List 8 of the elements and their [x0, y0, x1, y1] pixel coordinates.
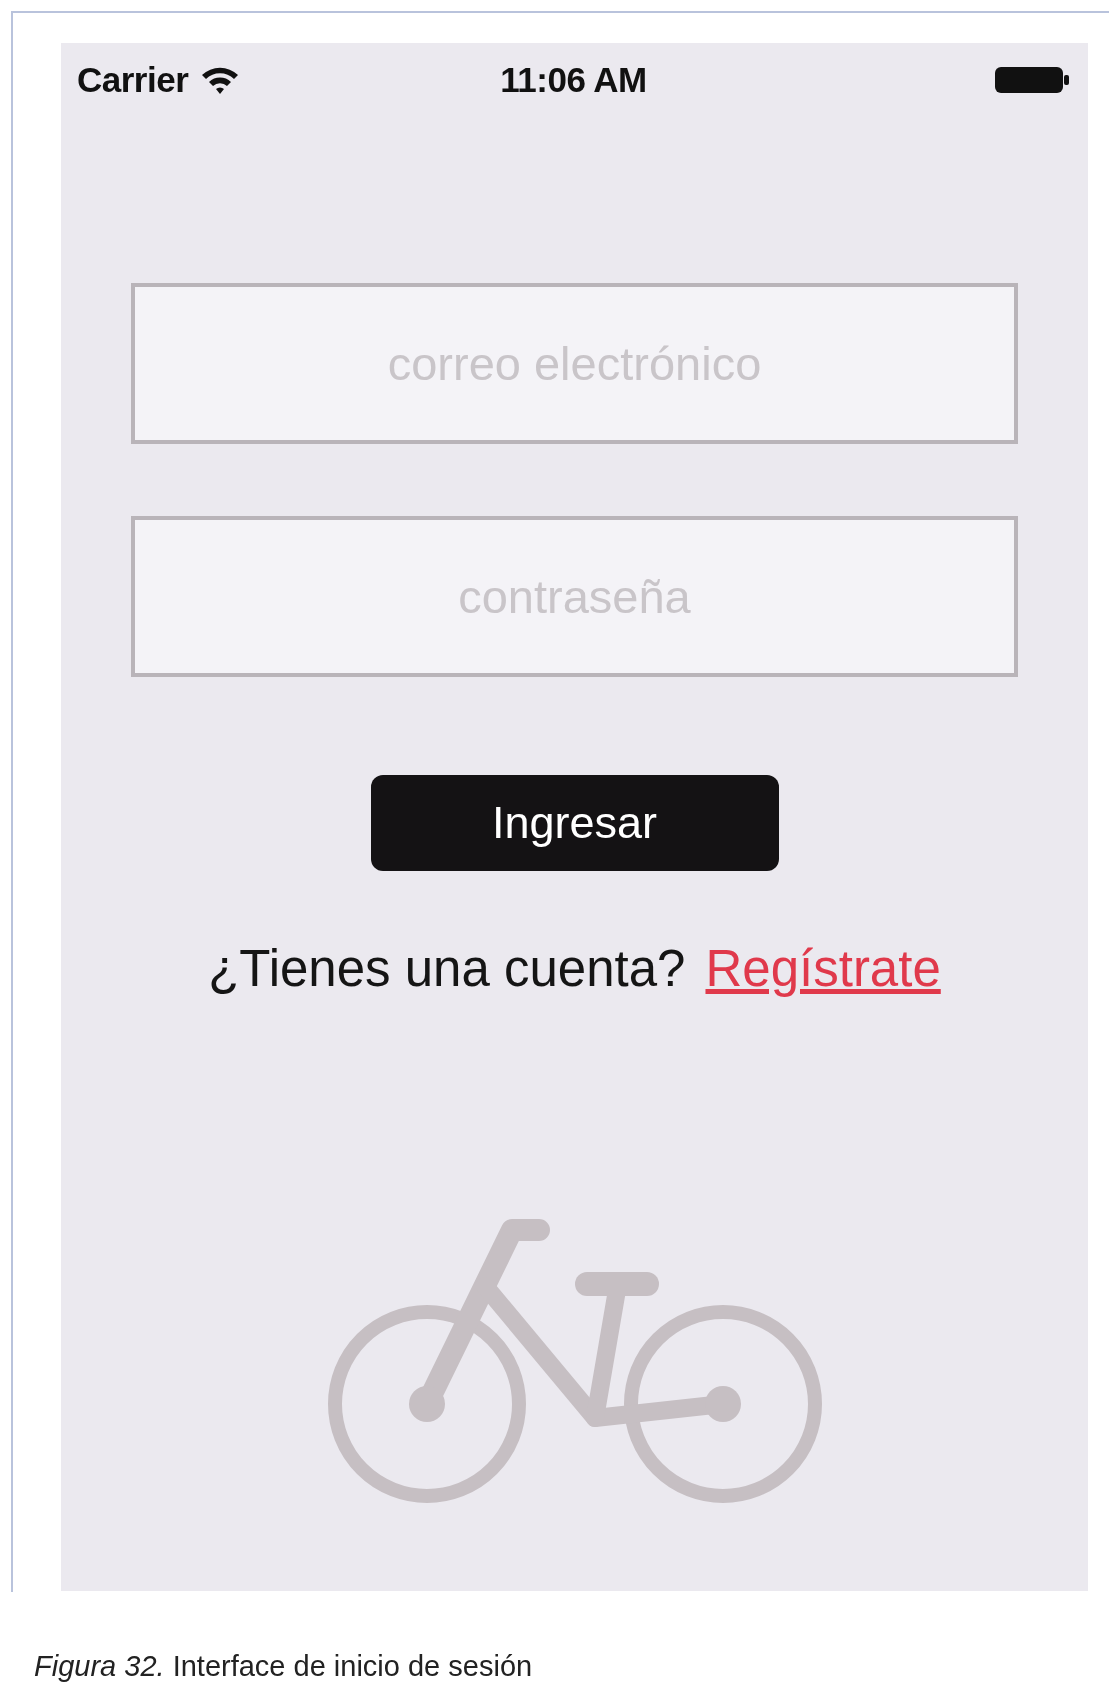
signup-link[interactable]: Regístrate [705, 939, 941, 998]
battery-icon [994, 65, 1070, 95]
login-button[interactable]: Ingresar [370, 775, 779, 871]
figure-caption: Figura 32. Interface de inicio de sesión [34, 1650, 534, 1683]
carrier-name: Carrier [77, 60, 189, 100]
signup-prompt: ¿Tienes una cuenta? [208, 939, 686, 998]
status-time: 11:06 AM [500, 60, 647, 100]
wifi-icon [200, 65, 241, 95]
